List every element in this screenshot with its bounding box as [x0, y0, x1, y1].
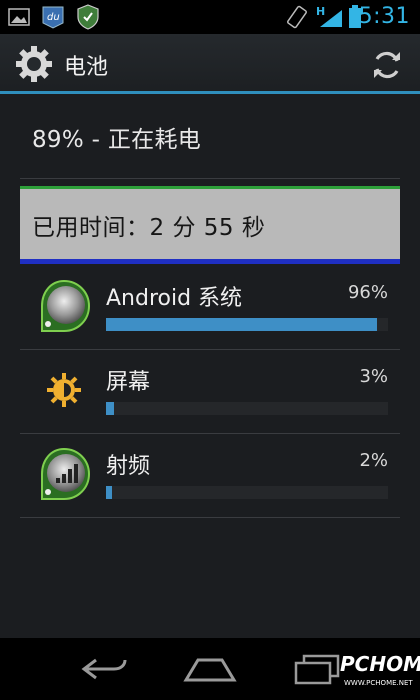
- shield-app-icon: [77, 4, 99, 30]
- watermark-url: WWW.PCHOME.NET: [344, 679, 413, 687]
- item-label: 射频: [106, 454, 151, 479]
- action-bar: 电池: [0, 34, 420, 94]
- usage-bar-fill: [106, 318, 377, 331]
- pchome-watermark: PCHOME WWW.PCHOME.NET: [336, 646, 420, 696]
- home-icon[interactable]: [182, 652, 238, 686]
- cell-signal-icon: [41, 447, 91, 500]
- usage-bar-track: [106, 486, 388, 499]
- item-percent: 2%: [359, 450, 388, 471]
- page-title: 电池: [64, 55, 109, 80]
- screen-rotation-icon: [287, 5, 307, 29]
- list-item-screen[interactable]: 屏幕 3%: [20, 350, 400, 434]
- list-item-android-system[interactable]: Android 系统 96%: [20, 266, 400, 350]
- item-label: Android 系统: [106, 286, 243, 311]
- action-bar-divider: [0, 91, 420, 94]
- banner-bottom-line: [20, 259, 400, 264]
- usage-time-text: 已用时间：2 分 55 秒: [32, 215, 266, 241]
- list-item-cell-radio[interactable]: 射频 2%: [20, 434, 400, 518]
- signal-icon: [320, 10, 342, 27]
- usage-bar-fill: [106, 486, 112, 499]
- android-system-icon: [41, 279, 91, 332]
- divider: [20, 517, 400, 518]
- banner-top-line: [20, 186, 400, 189]
- watermark-text: PCHOME: [340, 652, 420, 676]
- navigation-bar: PCHOME WWW.PCHOME.NET: [0, 638, 420, 700]
- brightness-icon: [47, 373, 81, 407]
- battery-summary: 89% - 正在耗电: [32, 127, 202, 153]
- divider: [20, 178, 400, 179]
- usage-bar-fill: [106, 402, 115, 415]
- refresh-icon[interactable]: [370, 48, 404, 82]
- status-time: 5:31: [358, 4, 410, 29]
- gear-icon[interactable]: [14, 44, 54, 84]
- gallery-notification-icon: [8, 8, 30, 26]
- usage-bar-track: [106, 402, 388, 415]
- usage-time-banner[interactable]: 已用时间：2 分 55 秒: [20, 186, 400, 264]
- back-icon[interactable]: [78, 652, 132, 686]
- item-label: 屏幕: [106, 370, 151, 395]
- status-bar: du H 5:31: [0, 0, 420, 34]
- item-percent: 96%: [347, 282, 388, 303]
- svg-text:du: du: [47, 12, 60, 23]
- usage-bar-track: [106, 318, 388, 331]
- item-percent: 3%: [359, 366, 388, 387]
- du-app-icon: du: [42, 6, 64, 29]
